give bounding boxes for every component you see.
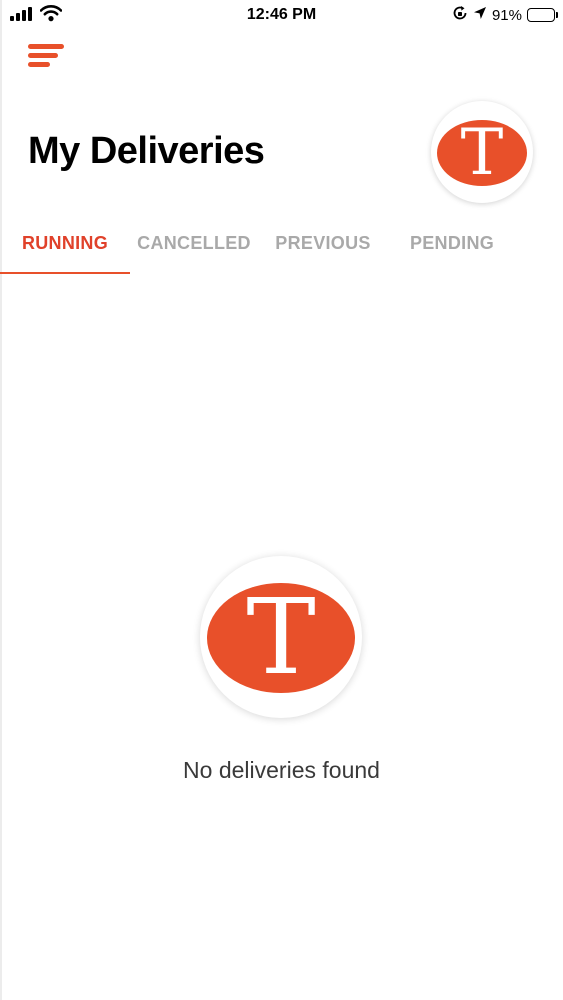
status-right-group: 91% xyxy=(452,5,558,25)
delivery-tabs: RUNNING CANCELLED PREVIOUS PENDING xyxy=(0,226,563,274)
empty-logo-letter: T xyxy=(246,576,315,698)
tab-previous[interactable]: PREVIOUS xyxy=(258,226,388,272)
brand-logo-icon: T xyxy=(437,116,527,190)
avatar-letter: T xyxy=(461,116,504,190)
battery-icon xyxy=(527,8,558,22)
tab-pending[interactable]: PENDING xyxy=(388,226,516,272)
brand-logo-icon: T xyxy=(207,576,355,698)
location-arrow-icon xyxy=(473,6,487,24)
tab-cancelled[interactable]: CANCELLED xyxy=(130,226,258,272)
status-bar: 12:46 PM 91% xyxy=(0,0,563,32)
empty-state-message: No deliveries found xyxy=(183,757,380,783)
empty-state-logo: T xyxy=(200,556,362,718)
left-edge-divider xyxy=(0,0,2,1000)
hamburger-menu-icon[interactable] xyxy=(28,44,66,72)
orientation-lock-icon xyxy=(452,5,468,25)
battery-percent: 91% xyxy=(491,6,522,24)
page-title: My Deliveries xyxy=(28,130,265,172)
tab-running[interactable]: RUNNING xyxy=(0,226,130,272)
active-tab-indicator xyxy=(0,272,130,274)
profile-avatar[interactable]: T xyxy=(431,101,533,203)
